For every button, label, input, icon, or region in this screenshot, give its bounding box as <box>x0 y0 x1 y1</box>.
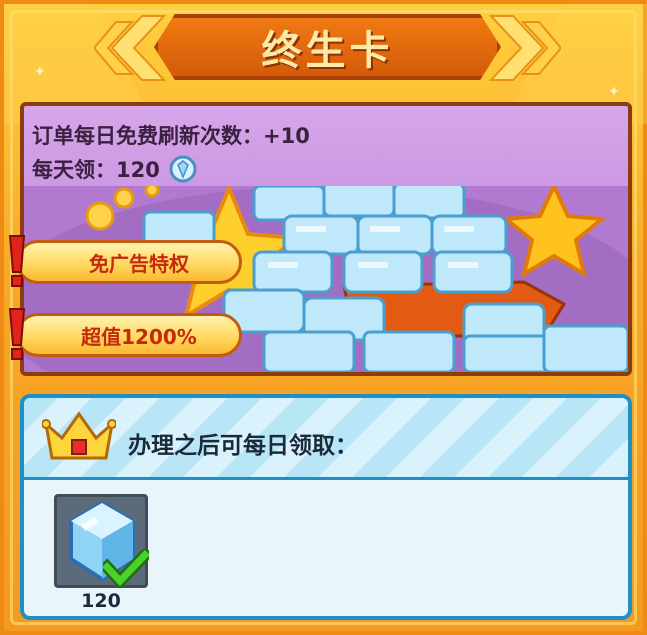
daily-reward-text: 每天领：120 <box>32 154 197 184</box>
diamond-icon <box>169 155 197 183</box>
reward-count: 120 <box>81 590 121 612</box>
page-title: 终生卡 <box>261 28 394 74</box>
title-banner: 终生卡 <box>154 14 501 80</box>
exclamation-icon <box>8 308 26 360</box>
value-badge: 超值1200% <box>4 308 242 360</box>
refresh-count-text: 订单每日免费刷新次数：+10 <box>32 124 310 148</box>
daily-reward-value: 120 <box>116 158 160 182</box>
daily-reward-label: 每天领： <box>32 158 116 182</box>
exclamation-icon <box>8 235 26 287</box>
reward-item-diamond[interactable] <box>54 494 149 588</box>
rewards-title: 办理之后可每日领取： <box>128 433 358 459</box>
crown-icon <box>42 411 116 460</box>
sparkle-icon: ✦ <box>608 84 620 100</box>
no-ads-badge: 免广告特权 <box>4 235 242 287</box>
lifetime-card-panel: 终生卡 ✦ ✦ 订单每日免费刷新次数：+10 每天领：120 免广告特权 超值1… <box>0 0 647 635</box>
sparkle-icon: ✦ <box>34 64 46 80</box>
no-ads-label: 免广告特权 <box>16 240 242 284</box>
value-label: 超值1200% <box>16 313 242 357</box>
checkmark-icon <box>103 549 149 587</box>
rewards-panel: 办理之后可每日领取： 120 <box>20 394 632 620</box>
rewards-header: 办理之后可每日领取： <box>24 398 628 480</box>
